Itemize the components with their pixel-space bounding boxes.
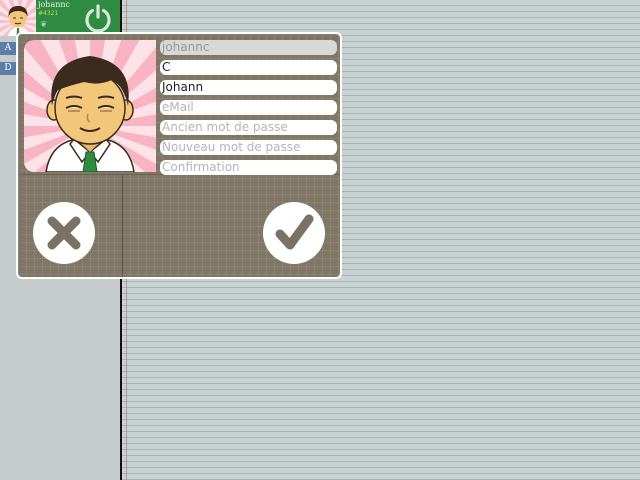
firstname-field[interactable] bbox=[160, 80, 337, 95]
user-name: johannc bbox=[38, 0, 71, 9]
cancel-button[interactable] bbox=[33, 202, 95, 264]
new-password-field[interactable] bbox=[160, 140, 337, 155]
confirm-button[interactable] bbox=[263, 202, 325, 264]
old-password-field[interactable] bbox=[160, 120, 337, 135]
lastname-field[interactable] bbox=[160, 60, 337, 75]
dialog-divider-vertical bbox=[122, 174, 123, 277]
avatar-face-icon bbox=[45, 56, 135, 172]
check-icon bbox=[275, 214, 314, 250]
confirm-password-field[interactable] bbox=[160, 160, 337, 175]
user-score: #4321 bbox=[38, 10, 59, 17]
email-field[interactable] bbox=[160, 100, 337, 115]
side-tab-a[interactable]: A bbox=[0, 42, 16, 55]
close-icon bbox=[47, 216, 81, 250]
profile-avatar[interactable] bbox=[24, 40, 156, 172]
leaf-icon: ❦ bbox=[40, 20, 48, 30]
user-card: johannc #4321 ❦ bbox=[36, 0, 120, 36]
username-field[interactable] bbox=[160, 40, 337, 55]
profile-dialog bbox=[16, 32, 342, 279]
power-icon[interactable] bbox=[82, 2, 114, 34]
side-tab-d[interactable]: D bbox=[0, 62, 16, 75]
mini-avatar[interactable] bbox=[0, 0, 36, 36]
mini-avatar-face-icon bbox=[8, 6, 28, 36]
